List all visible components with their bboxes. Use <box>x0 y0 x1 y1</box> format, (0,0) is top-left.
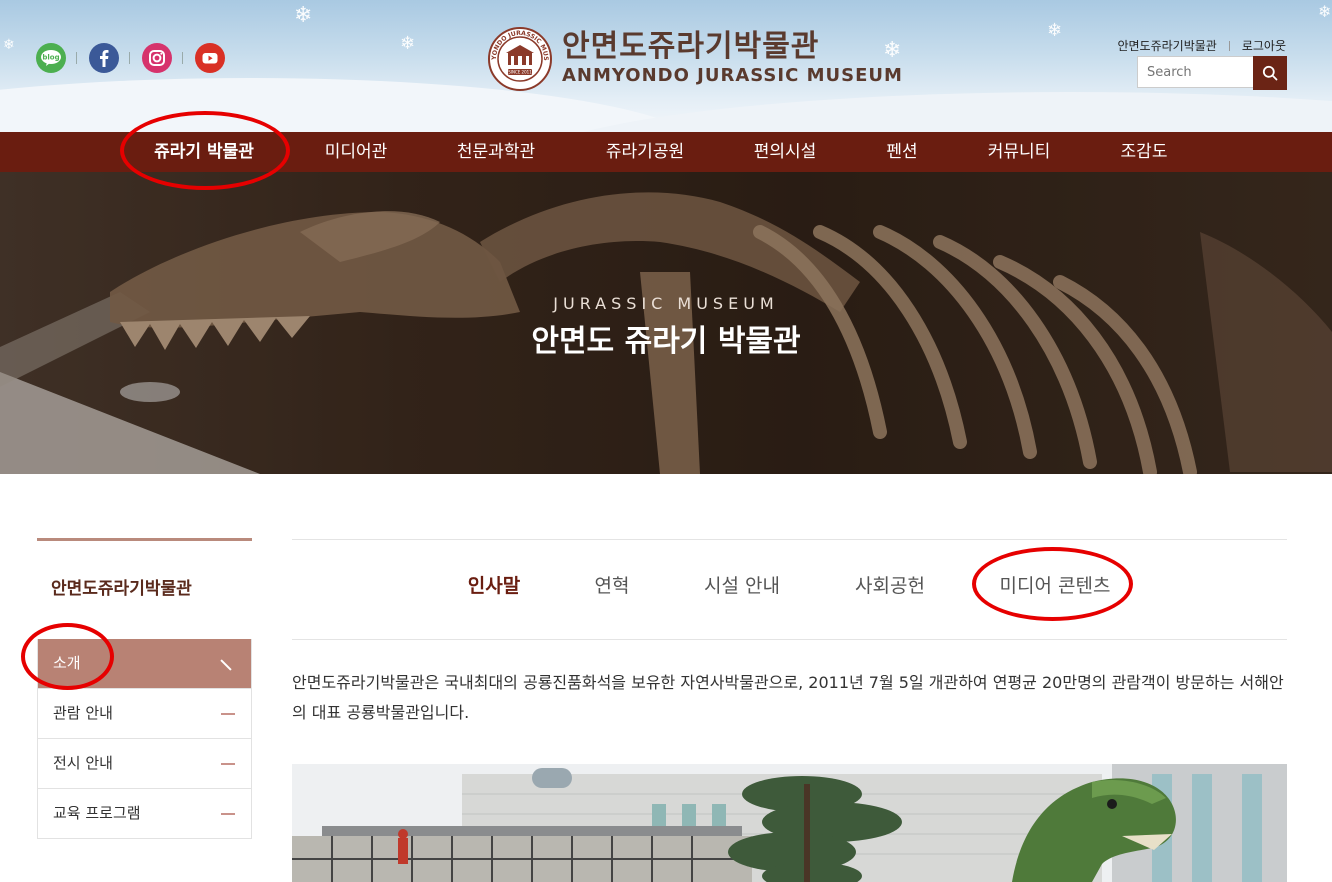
hero-banner: JURASSIC MUSEUM 안면도 쥬라기 박물관 <box>0 172 1332 474</box>
blog-label: blog <box>42 54 59 62</box>
collapse-icon <box>220 659 232 671</box>
seal-since: SINCE 2011 <box>508 70 532 75</box>
museum-seal-icon: ANMYONDO JURASSIC MUSEUM SINCE 2011 <box>488 27 552 91</box>
snowflake-icon: ❄ <box>1047 20 1063 41</box>
expand-icon <box>221 713 235 715</box>
divider <box>129 52 130 64</box>
nav-item-birdseye-view[interactable]: 조감도 <box>1121 132 1168 172</box>
tab-social-contribution[interactable]: 사회공헌 <box>855 540 925 639</box>
annotation-circle-sidebar-intro <box>21 623 114 690</box>
nav-item-jurassic-park[interactable]: 쥬라기공원 <box>606 132 684 172</box>
tab-history[interactable]: 연혁 <box>595 540 630 639</box>
annotation-circle-nav <box>120 111 290 190</box>
tab-facility-guide[interactable]: 시설 안내 <box>704 540 780 639</box>
nav-item-media-hall[interactable]: 미디어관 <box>325 132 388 172</box>
museum-building-photo <box>292 764 1287 882</box>
sidebar-item-education-program[interactable]: 교육 프로그램 <box>38 788 251 838</box>
content-tabs: 인사말 연혁 시설 안내 사회공헌 미디어 콘텐츠 <box>292 539 1287 640</box>
hero-title: 안면도 쥬라기 박물관 <box>531 324 801 359</box>
museum-building-image <box>292 764 1287 882</box>
youtube-icon[interactable] <box>195 43 225 73</box>
site-logo[interactable]: ANMYONDO JURASSIC MUSEUM SINCE 2011 안면도쥬… <box>488 27 903 91</box>
nav-item-community[interactable]: 커뮤니티 <box>988 132 1051 172</box>
sidebar-title: 안면도쥬라기박물관 <box>51 579 192 599</box>
hero-subtitle: JURASSIC MUSEUM <box>553 294 779 313</box>
expand-icon <box>221 813 235 815</box>
nav-item-pension[interactable]: 펜션 <box>886 132 917 172</box>
nav-item-facilities[interactable]: 편의시설 <box>754 132 817 172</box>
blog-icon[interactable]: blog <box>36 43 66 73</box>
search-box <box>1137 56 1287 90</box>
tab-greeting[interactable]: 인사말 <box>468 540 520 639</box>
divider <box>1228 40 1230 51</box>
logo-title-en: ANMYONDO JURASSIC MUSEUM <box>562 65 903 86</box>
divider <box>182 52 183 64</box>
snowflake-icon: ❄ <box>3 37 15 53</box>
instagram-icon[interactable] <box>142 43 172 73</box>
snow-hill <box>520 92 1332 132</box>
social-links: blog <box>36 43 225 73</box>
sidebar-item-exhibition-guide[interactable]: 전시 안내 <box>38 738 251 788</box>
sidebar-item-label: 교육 프로그램 <box>53 804 141 822</box>
sidebar-item-label: 전시 안내 <box>53 754 113 772</box>
divider <box>76 52 77 64</box>
sidebar-item-label: 관람 안내 <box>53 704 113 722</box>
snowflake-icon: ❄ <box>1318 2 1332 21</box>
expand-icon <box>221 763 235 765</box>
search-button[interactable] <box>1253 56 1287 90</box>
search-icon <box>1262 65 1278 81</box>
annotation-circle-media-tab <box>972 547 1133 621</box>
snowflake-icon: ❄ <box>294 3 313 28</box>
intro-paragraph: 안면도쥬라기박물관은 국내최대의 공룡진품화석을 보유한 자연사박물관으로, 2… <box>292 673 1284 722</box>
logo-title-kr: 안면도쥬라기박물관 <box>562 29 820 64</box>
museum-home-link[interactable]: 안면도쥬라기박물관 <box>1117 37 1216 54</box>
facebook-icon[interactable] <box>89 43 119 73</box>
sidebar-item-visitor-guide[interactable]: 관람 안내 <box>38 688 251 738</box>
nav-item-astronomy-hall[interactable]: 천문과학관 <box>457 132 535 172</box>
utility-links: 안면도쥬라기박물관 로그아웃 <box>1117 37 1286 54</box>
logout-link[interactable]: 로그아웃 <box>1242 37 1286 54</box>
snowflake-icon: ❄ <box>400 33 416 54</box>
search-input[interactable] <box>1137 56 1253 88</box>
